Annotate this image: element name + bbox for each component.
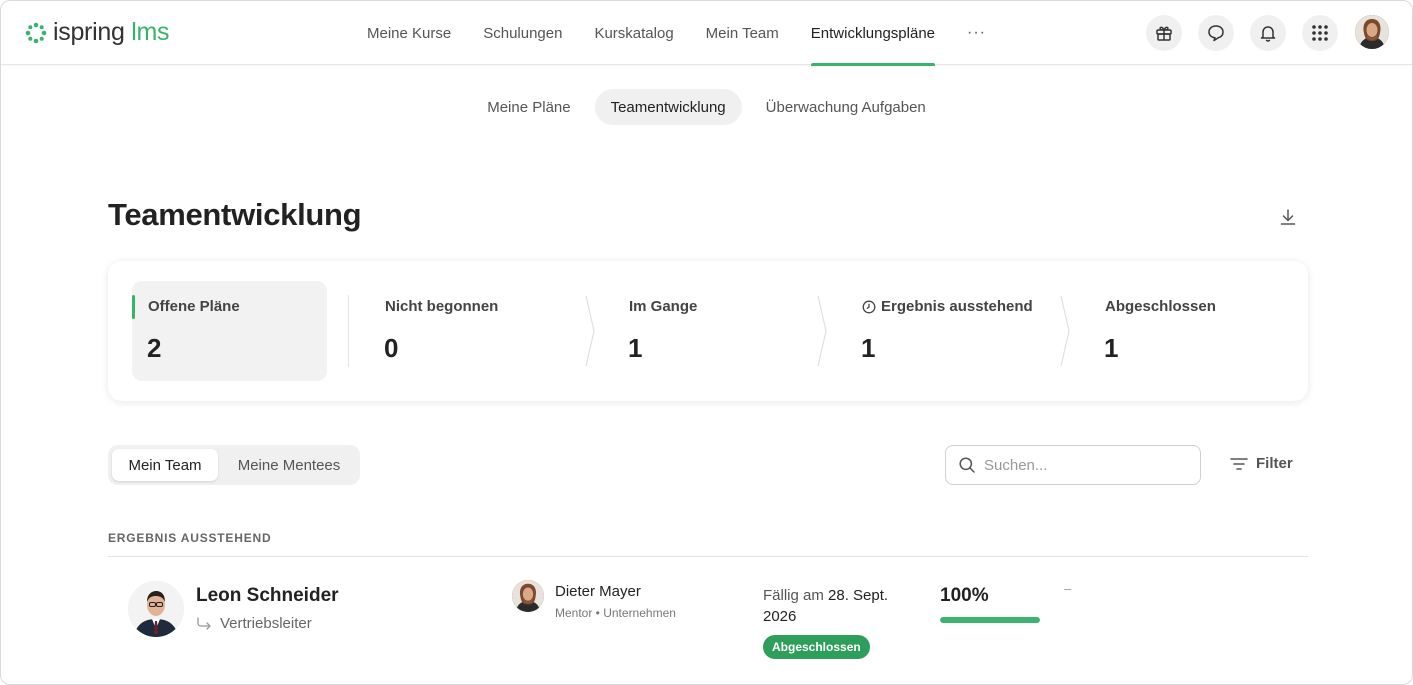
segment-mein-team[interactable]: Mein Team [112,449,218,481]
download-icon [1280,209,1296,225]
mentor-avatar-image [512,580,544,612]
bell-icon [1260,26,1276,42]
employee-avatar-image [128,581,184,637]
search-input[interactable] [984,456,1174,474]
download-button[interactable] [1278,207,1298,227]
subtab-meine-plaene[interactable]: Meine Pläne [471,89,586,125]
chevron-right-icon [585,295,595,367]
stats-card: Offene Pläne 2 Nicht begonnen 0 Im Gange… [108,261,1308,401]
chat-button[interactable] [1198,15,1234,51]
subtab-ueberwachung-aufgaben[interactable]: Überwachung Aufgaben [750,89,942,125]
stat-value: 2 [147,333,162,363]
nav-item-kurskatalog[interactable]: Kurskatalog [594,1,673,65]
filter-button[interactable]: Filter [1230,455,1293,472]
stat-value: 0 [384,333,399,363]
due-prefix: Fällig am [763,587,824,604]
app-window: ispring lms Meine Kurse Schulungen Kursk… [0,0,1413,685]
table-row[interactable]: Leon Schneider Vertriebsleiter Dieter Ma… [108,561,1308,681]
team-segmented-control: Mein Team Meine Mentees [108,445,360,485]
section-heading: ERGEBNIS AUSSTEHEND [108,531,272,545]
due-date-year: 2026 [763,608,797,625]
user-avatar-image [1355,15,1389,49]
section-divider [108,556,1308,557]
progress-bar-fill [940,617,1040,623]
subtab-teamentwicklung[interactable]: Teamentwicklung [594,89,742,125]
sub-tabs: Meine Pläne Teamentwicklung Überwachung … [1,89,1412,125]
progress-bar [940,617,1040,623]
stat-value: 1 [1104,333,1119,363]
mentor-avatar [512,580,544,612]
segment-meine-mentees[interactable]: Meine Mentees [222,449,356,481]
employee-role: Vertriebsleiter [196,615,312,632]
nav-item-entwicklungsplaene[interactable]: Entwicklungspläne [810,1,936,66]
search-icon [959,457,975,473]
filter-label: Filter [1256,455,1293,472]
employee-name[interactable]: Leon Schneider [196,585,339,607]
stat-label: Nicht begonnen [385,298,499,315]
notifications-button[interactable] [1250,15,1286,51]
stat-value: 1 [628,333,643,363]
stat-label: Offene Pläne [148,298,240,315]
page-title: Teamentwicklung [108,197,362,232]
gift-icon [1156,26,1172,41]
due-date-value: 28. Sept. [828,587,889,604]
main-nav: Meine Kurse Schulungen Kurskatalog Mein … [367,1,986,66]
stat-label: Im Gange [629,298,698,315]
nav-item-meine-kurse[interactable]: Meine Kurse [367,1,451,65]
user-avatar[interactable] [1355,15,1389,49]
status-badge: Abgeschlossen [763,635,870,659]
due-date: Fällig am 28. Sept. 2026 [763,585,903,627]
ispring-logo[interactable]: ispring lms [25,18,169,47]
subdirectory-arrow-icon [197,616,211,630]
chat-icon [1208,25,1224,42]
mentor-subtitle: Mentor • Unternehmen [555,606,676,620]
gift-button[interactable] [1146,15,1182,51]
clock-icon [862,300,876,314]
progress-percent: 100% [940,585,989,606]
stat-value: 1 [861,333,876,363]
nav-item-mein-team[interactable]: Mein Team [706,1,779,65]
filter-icon [1230,457,1248,470]
top-navigation-bar: ispring lms Meine Kurse Schulungen Kursk… [1,1,1412,66]
chevron-right-icon [817,295,827,367]
mentor-name[interactable]: Dieter Mayer [555,583,641,600]
result-placeholder: – [1064,581,1072,596]
logo-icon [25,22,47,43]
search-box [945,445,1201,485]
employee-avatar [128,581,184,637]
logo-text: ispring lms [53,18,170,46]
stat-label: Abgeschlossen [1105,298,1216,315]
employee-role-label: Vertriebsleiter [220,615,312,632]
divider [348,295,349,367]
active-indicator [132,295,135,319]
stat-label: Ergebnis ausstehend [881,298,1033,315]
stat-offene-plaene[interactable]: Offene Pläne 2 [132,281,327,381]
chevron-right-icon [1060,295,1070,367]
nav-more-button[interactable]: ··· [967,1,986,65]
apps-grid-icon [1312,25,1328,41]
nav-item-schulungen[interactable]: Schulungen [483,1,562,65]
apps-button[interactable] [1302,15,1338,51]
